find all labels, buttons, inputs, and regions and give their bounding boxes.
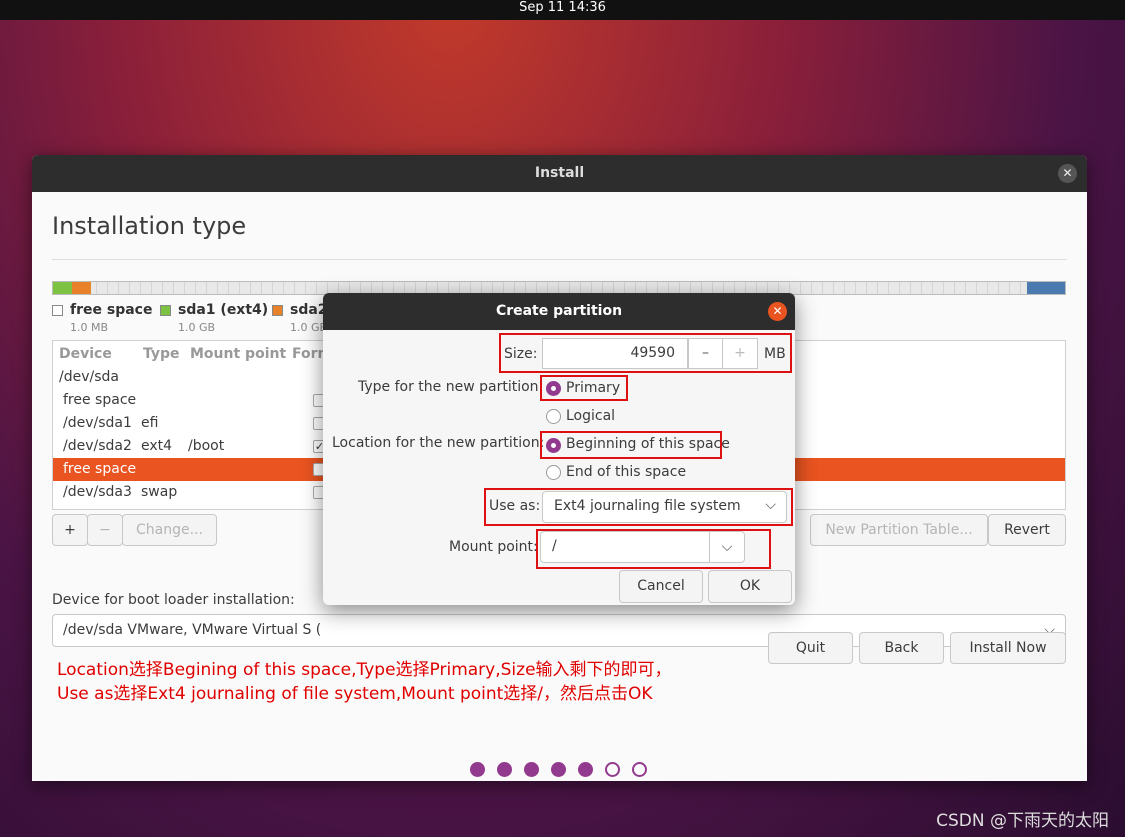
size-unit: MB bbox=[764, 346, 786, 362]
mount-point-input[interactable]: / bbox=[540, 531, 710, 563]
window-titlebar: Install ✕ bbox=[32, 155, 1087, 192]
legend-name: free space bbox=[70, 302, 153, 318]
install-now-button[interactable]: Install Now bbox=[950, 632, 1066, 664]
cancel-button[interactable]: Cancel bbox=[619, 570, 703, 603]
size-increase-button[interactable]: + bbox=[722, 338, 758, 369]
use-as-label: Use as: bbox=[489, 498, 541, 514]
cell-device: free space bbox=[63, 461, 137, 477]
revert-button[interactable]: Revert bbox=[988, 514, 1066, 546]
logical-label[interactable]: Logical bbox=[566, 408, 615, 424]
progress-dot bbox=[578, 762, 593, 777]
progress-dot bbox=[551, 762, 566, 777]
type-label: Type for the new partition: bbox=[358, 379, 544, 395]
logical-radio[interactable] bbox=[546, 409, 561, 424]
bootloader-label: Device for boot loader installation: bbox=[52, 592, 295, 608]
column-header-mount[interactable]: Mount point bbox=[190, 346, 286, 362]
progress-dot bbox=[497, 762, 512, 777]
remove-partition-button[interactable]: − bbox=[87, 514, 123, 546]
minus-icon: – bbox=[702, 345, 709, 361]
use-as-value: Ext4 journaling file system bbox=[554, 498, 741, 514]
change-partition-button[interactable]: Change... bbox=[122, 514, 217, 546]
add-partition-button[interactable]: + bbox=[52, 514, 88, 546]
column-header-device[interactable]: Device bbox=[59, 346, 112, 362]
dialog-close-button[interactable]: ✕ bbox=[768, 302, 787, 321]
legend-size: 1.0 MB bbox=[70, 321, 109, 334]
plus-icon: + bbox=[734, 345, 746, 361]
watermark: CSDN @下雨天的太阳 bbox=[936, 811, 1109, 831]
back-button[interactable]: Back bbox=[859, 632, 944, 664]
legend-name: sda1 (ext4) bbox=[178, 302, 269, 318]
heading-divider bbox=[52, 259, 1067, 260]
beginning-radio[interactable] bbox=[546, 438, 561, 453]
annotation-text: Location选择Begining of this space,Type选择P… bbox=[57, 658, 672, 706]
dialog-titlebar: Create partition ✕ bbox=[323, 293, 795, 330]
mount-point-label: Mount point: bbox=[449, 539, 538, 555]
create-partition-dialog: Create partition ✕ Size: 49590 – + MB Ty… bbox=[323, 293, 795, 605]
end-radio[interactable] bbox=[546, 465, 561, 480]
mount-point-value: / bbox=[552, 538, 557, 554]
annotation-line-2: Use as选择Ext4 journaling of file system,M… bbox=[57, 684, 653, 704]
size-decrease-button[interactable]: – bbox=[688, 338, 723, 369]
window-close-button[interactable]: ✕ bbox=[1058, 164, 1077, 183]
primary-radio[interactable] bbox=[546, 381, 561, 396]
cell-device: free space bbox=[63, 392, 137, 408]
beginning-label[interactable]: Beginning of this space bbox=[566, 436, 730, 452]
size-input[interactable]: 49590 bbox=[542, 338, 688, 369]
disk-bar-sda1 bbox=[53, 282, 72, 294]
disk-bar-sda3 bbox=[1027, 282, 1065, 294]
size-label: Size: bbox=[504, 346, 538, 362]
mount-point-dropdown-button[interactable]: ⌵ bbox=[709, 531, 745, 563]
size-value: 49590 bbox=[630, 345, 675, 361]
chevron-down-icon: ⌵ bbox=[765, 497, 776, 513]
column-header-type[interactable]: Type bbox=[143, 346, 180, 362]
progress-dot bbox=[605, 762, 620, 777]
cell-type: ext4 bbox=[141, 438, 173, 454]
location-label: Location for the new partition: bbox=[332, 435, 545, 451]
bootloader-device-value: /dev/sda VMware, VMware Virtual S ( bbox=[63, 622, 322, 638]
clock[interactable]: Sep 11 14:36 bbox=[519, 0, 606, 15]
disk-bar-sda2 bbox=[72, 282, 91, 294]
legend-swatch bbox=[52, 305, 63, 316]
window-title: Install bbox=[534, 165, 585, 181]
cell-mount: /boot bbox=[188, 438, 225, 454]
legend-swatch bbox=[160, 305, 171, 316]
annotation-line-1: Location选择Begining of this space,Type选择P… bbox=[57, 660, 672, 680]
ok-button[interactable]: OK bbox=[708, 570, 792, 603]
cell-device: /dev/sda2 bbox=[63, 438, 132, 454]
progress-dot bbox=[524, 762, 539, 777]
cell-device: /dev/sda3 bbox=[63, 484, 132, 500]
cell-type: swap bbox=[141, 484, 178, 500]
progress-dot bbox=[470, 762, 485, 777]
legend-swatch bbox=[272, 305, 283, 316]
cell-device: /dev/sda bbox=[59, 369, 119, 385]
legend-size: 1.0 GB bbox=[178, 321, 216, 334]
page-title: Installation type bbox=[52, 212, 247, 240]
legend-size: 1.0 GB bbox=[290, 321, 328, 334]
use-as-select[interactable]: Ext4 journaling file system ⌵ bbox=[542, 491, 787, 523]
dialog-title: Create partition bbox=[495, 303, 623, 319]
progress-dot bbox=[632, 762, 647, 777]
chevron-down-icon: ⌵ bbox=[721, 539, 733, 555]
end-label[interactable]: End of this space bbox=[566, 464, 686, 480]
primary-label[interactable]: Primary bbox=[566, 380, 620, 396]
top-bar: Sep 11 14:36 bbox=[0, 0, 1125, 20]
new-partition-table-button[interactable]: New Partition Table... bbox=[810, 514, 988, 546]
cell-type: efi bbox=[141, 415, 159, 431]
quit-button[interactable]: Quit bbox=[768, 632, 853, 664]
cell-device: /dev/sda1 bbox=[63, 415, 132, 431]
legend-name: sda2 bbox=[290, 302, 328, 318]
